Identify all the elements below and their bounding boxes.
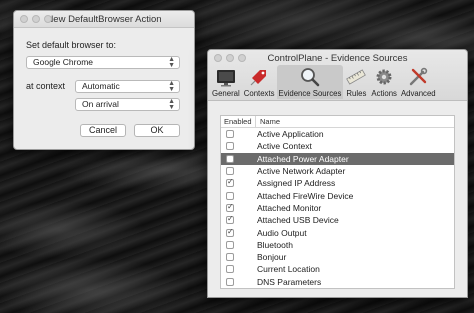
source-name: Active Application	[257, 129, 324, 140]
column-header-name[interactable]: Name	[256, 116, 280, 127]
source-name: Attached USB Device	[257, 215, 339, 226]
browser-label: Set default browser to:	[26, 40, 117, 50]
preferences-toolbar: ControlPlane - Evidence Sources General	[208, 50, 467, 101]
gear-icon	[376, 69, 392, 85]
tab-label: General	[212, 89, 240, 98]
list-item[interactable]: Bluetooth	[221, 239, 454, 251]
list-item[interactable]: Attached FireWire Device	[221, 189, 454, 201]
list-item[interactable]: Active Network Adapter	[221, 165, 454, 177]
tab-evidence-sources[interactable]: Evidence Sources	[276, 65, 344, 99]
enabled-checkbox[interactable]	[226, 167, 234, 176]
list-item[interactable]: Bonjour	[221, 251, 454, 263]
list-item[interactable]: Attached Monitor	[221, 202, 454, 214]
source-name: Bonjour	[257, 252, 287, 263]
updown-chevron-icon: ▲ ▼	[168, 98, 175, 111]
tab-label: Actions	[371, 89, 397, 98]
list-item[interactable]: DNS Parameters	[221, 276, 454, 288]
window-controls	[20, 15, 52, 23]
source-name: Assigned IP Address	[257, 178, 336, 189]
list-item[interactable]: Active Application	[221, 128, 454, 140]
window-title: ControlPlane - Evidence Sources	[267, 52, 408, 64]
list-item[interactable]: Assigned IP Address	[221, 177, 454, 189]
tab-contexts[interactable]: Contexts	[242, 65, 277, 99]
preferences-window: ControlPlane - Evidence Sources General	[207, 49, 468, 298]
window-titlebar: ControlPlane - Evidence Sources	[208, 50, 467, 66]
source-name: Attached Power Adapter	[257, 153, 349, 164]
timing-select[interactable]: On arrival ▲ ▼	[75, 98, 180, 111]
zoom-button[interactable]	[238, 54, 246, 62]
source-name: DNS Parameters	[257, 276, 322, 287]
list-rows: Active Application Active Context Attached…	[221, 128, 454, 288]
enabled-checkbox[interactable]	[226, 265, 234, 274]
source-name: Active Network Adapter	[257, 166, 346, 177]
monitor-icon	[216, 70, 235, 87]
minimize-button[interactable]	[226, 54, 234, 62]
preferences-tabs: General Contexts Evidence Sources Rules …	[210, 65, 438, 99]
source-name: Audio Output	[257, 227, 307, 238]
tab-rules[interactable]: Rules	[343, 65, 369, 99]
tab-actions[interactable]: Actions	[369, 65, 399, 99]
source-name: Current Location	[257, 264, 320, 275]
source-name: Attached FireWire Device	[257, 190, 354, 201]
list-item[interactable]: Audio Output	[221, 226, 454, 238]
timing-select-value: On arrival	[82, 99, 119, 109]
browser-select[interactable]: Google Chrome ▲ ▼	[26, 56, 180, 69]
tab-label: Rules	[346, 89, 367, 98]
column-header-enabled[interactable]: Enabled	[221, 116, 256, 127]
zoom-button[interactable]	[44, 15, 52, 23]
list-item[interactable]: Attached USB Device	[221, 214, 454, 226]
enabled-checkbox[interactable]	[226, 227, 234, 237]
source-name: Bluetooth	[257, 239, 293, 250]
enabled-checkbox[interactable]	[226, 214, 234, 225]
evidence-sources-list[interactable]: Enabled Name Active Application Active Co…	[220, 115, 455, 289]
minimize-button[interactable]	[32, 15, 40, 23]
enabled-checkbox[interactable]	[226, 191, 234, 200]
ok-button[interactable]: OK	[134, 124, 180, 137]
context-select[interactable]: Automatic ▲ ▼	[75, 80, 180, 93]
context-select-value: Automatic	[82, 81, 120, 91]
list-header: Enabled Name	[221, 116, 454, 128]
list-item[interactable]: Active Context	[221, 140, 454, 152]
tab-label: Advanced	[400, 89, 436, 98]
enabled-checkbox[interactable]	[226, 253, 234, 262]
enabled-checkbox[interactable]	[226, 277, 234, 286]
updown-chevron-icon: ▲ ▼	[168, 56, 175, 69]
updown-chevron-icon: ▲ ▼	[168, 80, 175, 93]
source-name: Attached Monitor	[257, 202, 322, 213]
tag-icon	[250, 70, 267, 86]
new-action-dialog: New DefaultBrowser Action Set default br…	[13, 10, 195, 150]
browser-select-value: Google Chrome	[33, 57, 94, 67]
window-controls	[214, 54, 246, 62]
tab-advanced[interactable]: Advanced	[399, 65, 438, 99]
tools-icon	[410, 67, 428, 86]
dialog-titlebar: New DefaultBrowser Action	[14, 11, 194, 28]
tab-label: Contexts	[243, 89, 275, 98]
tab-general[interactable]: General	[210, 65, 242, 99]
ruler-icon	[346, 69, 367, 85]
enabled-checkbox[interactable]	[226, 177, 234, 188]
enabled-checkbox[interactable]	[226, 142, 234, 151]
enabled-checkbox[interactable]	[226, 154, 234, 163]
close-button[interactable]	[214, 54, 222, 62]
enabled-checkbox[interactable]	[226, 130, 234, 139]
list-item[interactable]: Attached Power Adapter	[221, 152, 454, 165]
cancel-button[interactable]: Cancel	[80, 124, 126, 137]
tab-label: Evidence Sources	[278, 89, 342, 98]
list-item[interactable]: Current Location	[221, 263, 454, 275]
source-name: Active Context	[257, 141, 312, 152]
close-button[interactable]	[20, 15, 28, 23]
context-label: at context	[26, 81, 66, 91]
magnifier-icon	[301, 68, 320, 87]
enabled-checkbox[interactable]	[226, 240, 234, 249]
enabled-checkbox[interactable]	[226, 202, 234, 212]
